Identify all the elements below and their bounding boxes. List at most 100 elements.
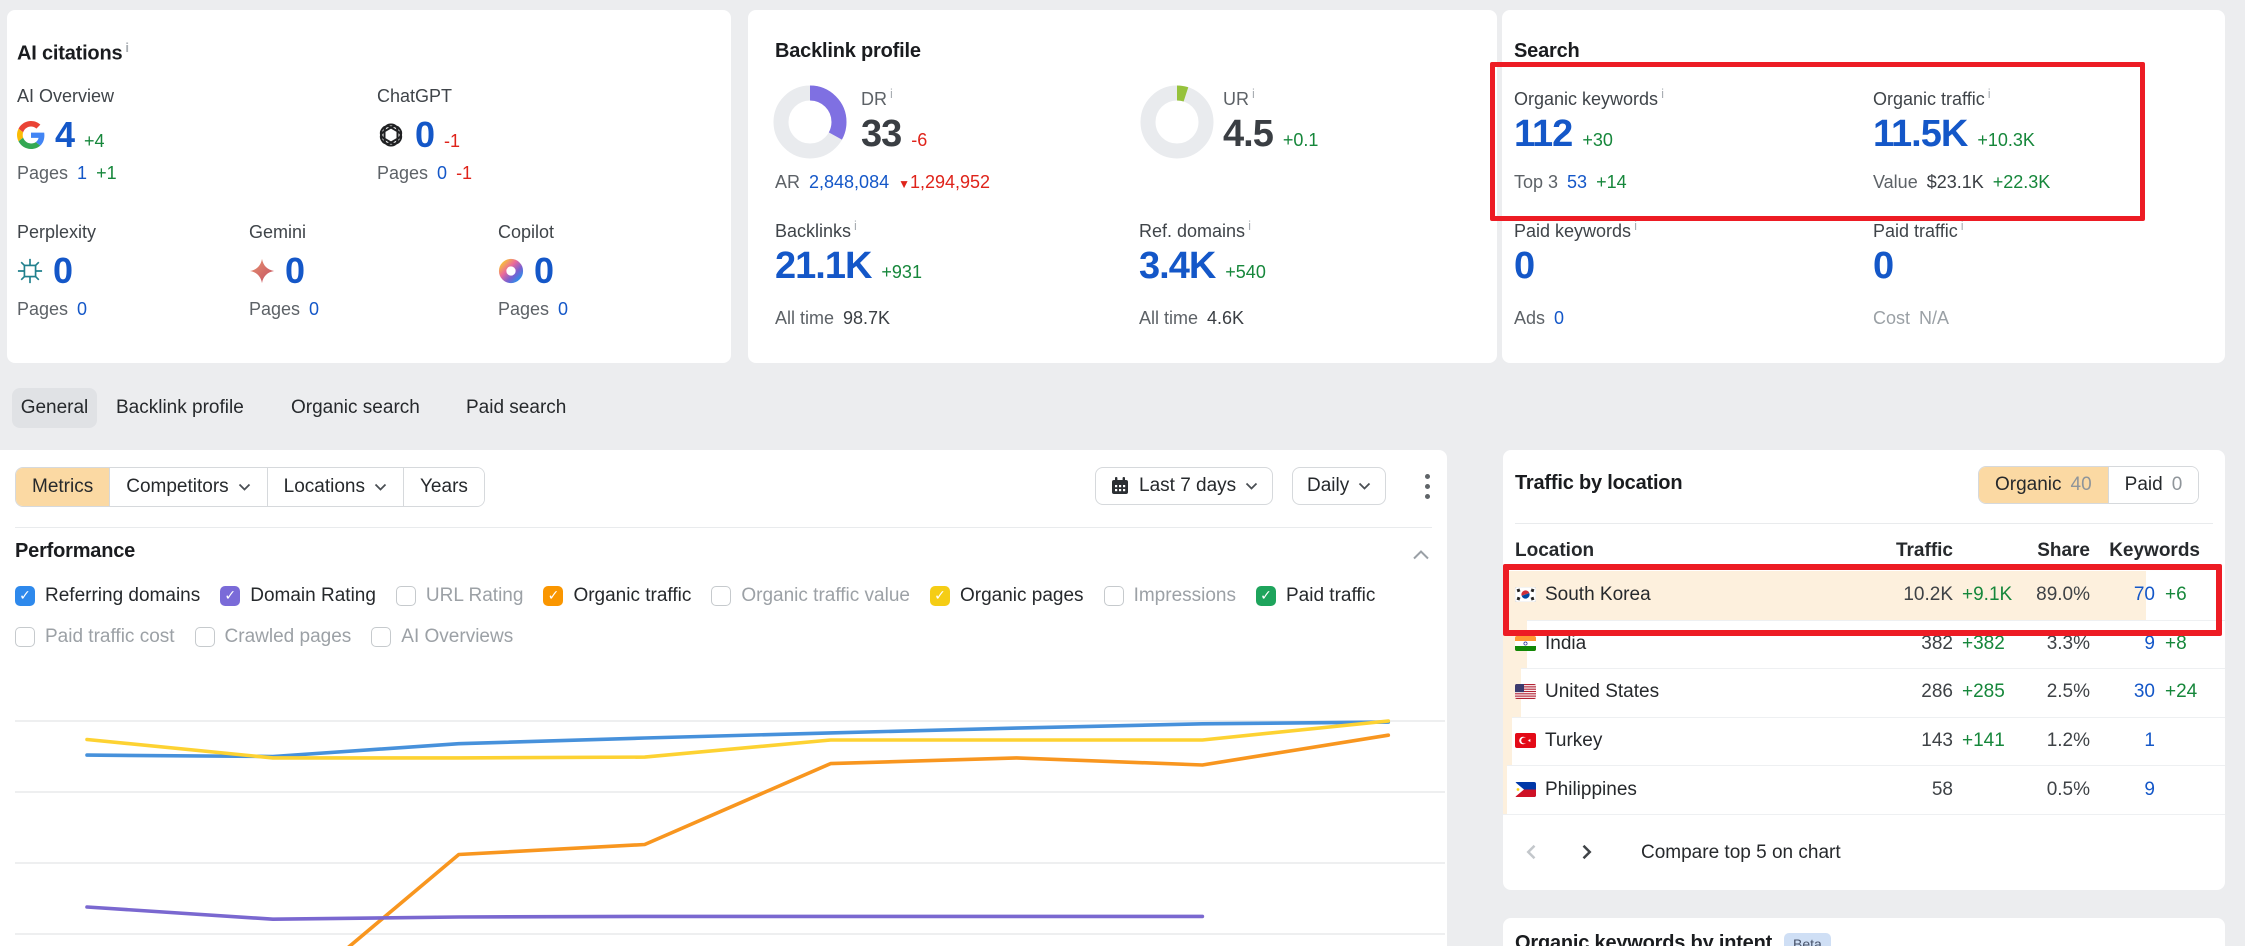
ai-item-value[interactable]: 0 bbox=[415, 113, 434, 157]
pages-value[interactable]: 0 bbox=[309, 299, 319, 320]
metric-checkbox-domain-rating[interactable]: ✓Domain Rating bbox=[220, 585, 376, 607]
ur-donut bbox=[1139, 84, 1215, 160]
down-triangle-icon: ▼ bbox=[898, 177, 910, 191]
metrics-segment[interactable]: Metrics bbox=[16, 468, 109, 506]
organic-keywords-by-intent-panel: Organic keywords by intent Beta bbox=[1503, 918, 2225, 946]
pages-label: Pages bbox=[498, 299, 549, 320]
top3-value[interactable]: 53 bbox=[1567, 172, 1587, 193]
metric-checkbox-impressions[interactable]: Impressions bbox=[1104, 585, 1236, 607]
organic-keywords-delta: +30 bbox=[1582, 130, 1613, 151]
metric-checkbox-organic-pages[interactable]: ✓Organic pages bbox=[930, 585, 1084, 607]
more-options-button[interactable] bbox=[1412, 467, 1442, 505]
pages-value[interactable]: 0 bbox=[558, 299, 568, 320]
pages-value[interactable]: 0 bbox=[77, 299, 87, 320]
paid-keywords-value[interactable]: 0 bbox=[1514, 244, 1534, 288]
ar-value[interactable]: 2,848,084 bbox=[809, 172, 889, 193]
keywords-link[interactable]: 9 bbox=[2095, 633, 2155, 655]
checkbox-label: AI Overviews bbox=[401, 626, 513, 648]
checkbox[interactable] bbox=[371, 627, 391, 647]
date-range-button[interactable]: Last 7 days bbox=[1095, 467, 1273, 505]
ref-domains-value[interactable]: 3.4K bbox=[1139, 244, 1215, 288]
checkbox-label: Paid traffic bbox=[1286, 585, 1375, 607]
checkbox[interactable]: ✓ bbox=[220, 586, 240, 606]
keywords-link[interactable]: 70 bbox=[2095, 584, 2155, 606]
paid-traffic-value[interactable]: 0 bbox=[1873, 244, 1893, 288]
info-icon: i bbox=[1961, 218, 1964, 233]
location-row-united-states[interactable]: United States286+2852.5%30+24 bbox=[1503, 668, 2225, 718]
checkbox[interactable] bbox=[1104, 586, 1124, 606]
checkbox[interactable]: ✓ bbox=[15, 586, 35, 606]
ai-item-delta: +4 bbox=[84, 131, 105, 152]
granularity-button[interactable]: Daily bbox=[1292, 467, 1386, 505]
page-next-icon[interactable] bbox=[1576, 842, 1596, 862]
ai-item-delta: -1 bbox=[444, 131, 460, 152]
pages-value[interactable]: 0 bbox=[437, 163, 447, 184]
location-name[interactable]: Turkey bbox=[1545, 730, 1602, 752]
checkbox[interactable] bbox=[195, 627, 215, 647]
ur-label: URi bbox=[1223, 86, 1255, 110]
metric-checkbox-paid-traffic[interactable]: ✓ Paid traffic bbox=[1256, 585, 1375, 607]
competitors-segment[interactable]: Competitors bbox=[109, 468, 266, 506]
location-row-turkey[interactable]: Turkey143+1411.2%1 bbox=[1503, 717, 2225, 767]
pages-delta: -1 bbox=[456, 163, 472, 184]
location-row-south-korea[interactable]: South Korea10.2K+9.1K89.0%70+6 bbox=[1503, 571, 2225, 621]
metric-checkbox-url-rating[interactable]: URL Rating bbox=[396, 585, 524, 607]
collapse-chevron-up-icon[interactable] bbox=[1412, 550, 1430, 560]
search-title: Search bbox=[1514, 40, 1580, 63]
checkbox-label: Crawled pages bbox=[225, 626, 352, 648]
metric-checkbox-row-1: ✓Referring domains ✓Domain Rating URL Rati… bbox=[15, 583, 1375, 609]
checkbox[interactable] bbox=[396, 586, 416, 606]
location-name[interactable]: South Korea bbox=[1545, 584, 1651, 606]
ai-item-value[interactable]: 0 bbox=[285, 249, 304, 293]
info-icon: i bbox=[1634, 218, 1637, 233]
checkbox[interactable]: ✓ bbox=[543, 586, 563, 606]
info-icon: i bbox=[1252, 86, 1255, 101]
organic-keywords-value[interactable]: 112 bbox=[1514, 112, 1572, 156]
location-row-philippines[interactable]: Philippines580.5%9 bbox=[1503, 765, 2225, 815]
tab-general[interactable]: General bbox=[12, 388, 97, 428]
checkbox[interactable]: ✓ bbox=[1256, 586, 1276, 606]
ai-item-value[interactable]: 4 bbox=[55, 113, 74, 157]
keywords-link[interactable]: 9 bbox=[2095, 779, 2155, 801]
page-previous-icon[interactable] bbox=[1522, 842, 1542, 862]
paid-traffic-value-row: 0 bbox=[1873, 244, 1893, 288]
pages-label: Pages bbox=[249, 299, 300, 320]
metric-checkbox-referring-domains[interactable]: ✓Referring domains bbox=[15, 585, 200, 607]
paid-toggle-segment[interactable]: Paid 0 bbox=[2108, 467, 2199, 503]
location-row-india[interactable]: India382+3823.3%9+8 bbox=[1503, 620, 2225, 670]
organic-toggle-segment[interactable]: Organic 40 bbox=[1979, 467, 2108, 503]
keywords-link[interactable]: 1 bbox=[2095, 730, 2155, 752]
organic-traffic-delta: +10.3K bbox=[1977, 130, 2035, 151]
metric-checkbox-organic-traffic[interactable]: ✓Organic traffic bbox=[543, 585, 691, 607]
location-name[interactable]: India bbox=[1545, 633, 1586, 655]
ai-item-label: Copilot bbox=[498, 222, 568, 243]
locations-segment[interactable]: Locations bbox=[267, 468, 403, 506]
years-segment[interactable]: Years bbox=[403, 468, 484, 506]
tab-paid-search[interactable]: Paid search bbox=[466, 388, 566, 428]
location-name[interactable]: United States bbox=[1545, 681, 1659, 703]
organic-traffic-value[interactable]: 11.5K bbox=[1873, 112, 1967, 156]
checkbox[interactable] bbox=[711, 586, 731, 606]
ar-label: AR bbox=[775, 172, 800, 193]
tab-backlink-profile[interactable]: Backlink profile bbox=[116, 388, 244, 428]
tab-organic-search[interactable]: Organic search bbox=[291, 388, 420, 428]
compare-top5-label[interactable]: Compare top 5 on chart bbox=[1641, 842, 1841, 864]
checkbox[interactable]: ✓ bbox=[930, 586, 950, 606]
pages-label: Pages bbox=[17, 299, 68, 320]
ai-item-value[interactable]: 0 bbox=[53, 249, 72, 293]
pages-value[interactable]: 1 bbox=[77, 163, 87, 184]
divider bbox=[1515, 523, 2213, 524]
ai-item-value[interactable]: 0 bbox=[534, 249, 553, 293]
metric-checkbox-crawled-pages[interactable]: Crawled pages bbox=[195, 626, 352, 648]
ads-value[interactable]: 0 bbox=[1554, 308, 1564, 329]
metric-checkbox-ai-overviews[interactable]: AI Overviews bbox=[371, 626, 513, 648]
backlinks-value[interactable]: 21.1K bbox=[775, 244, 871, 288]
location-name[interactable]: Philippines bbox=[1545, 779, 1637, 801]
performance-line-chart bbox=[15, 650, 1445, 946]
metric-checkbox-organic-traffic-value[interactable]: Organic traffic value bbox=[711, 585, 910, 607]
checkbox[interactable] bbox=[15, 627, 35, 647]
column-header-keywords: Keywords bbox=[2080, 540, 2200, 562]
metric-checkbox-paid-traffic-cost[interactable]: Paid traffic cost bbox=[15, 626, 175, 648]
keywords-link[interactable]: 30 bbox=[2095, 681, 2155, 703]
flag-ph-icon bbox=[1515, 782, 1536, 802]
